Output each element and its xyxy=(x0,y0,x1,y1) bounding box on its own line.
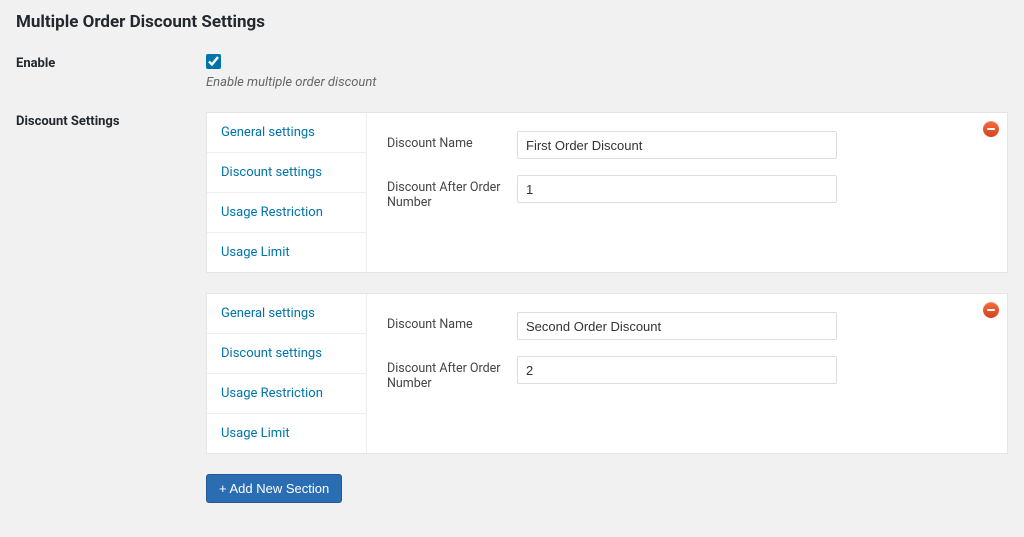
discount-name-input[interactable] xyxy=(517,131,837,159)
discount-after-order-label: Discount After Order Number xyxy=(387,356,517,391)
enable-content: Enable multiple order discount xyxy=(206,54,1008,90)
add-section-button[interactable]: + Add New Section xyxy=(206,474,342,503)
discount-after-order-input[interactable] xyxy=(517,356,837,384)
tab-general-settings[interactable]: General settings xyxy=(207,113,366,153)
enable-helper-text: Enable multiple order discount xyxy=(206,75,1008,90)
discount-after-order-label: Discount After Order Number xyxy=(387,175,517,210)
tab-usage-limit[interactable]: Usage Limit xyxy=(207,414,366,453)
discount-settings-label: Discount Settings xyxy=(16,112,206,129)
discount-settings-row: Discount Settings General settings Disco… xyxy=(16,112,1008,503)
tab-usage-limit[interactable]: Usage Limit xyxy=(207,233,366,272)
discount-name-label: Discount Name xyxy=(387,312,517,332)
tab-discount-settings[interactable]: Discount settings xyxy=(207,153,366,193)
enable-label: Enable xyxy=(16,54,206,71)
tab-discount-settings[interactable]: Discount settings xyxy=(207,334,366,374)
discount-name-label: Discount Name xyxy=(387,131,517,151)
remove-section-icon[interactable] xyxy=(983,121,999,137)
field-row-discount-after-order: Discount After Order Number xyxy=(387,175,987,210)
page-title: Multiple Order Discount Settings xyxy=(16,12,1008,32)
tab-usage-restriction[interactable]: Usage Restriction xyxy=(207,374,366,414)
enable-checkbox[interactable] xyxy=(206,54,221,69)
sections-container: General settings Discount settings Usage… xyxy=(206,112,1008,503)
remove-section-icon[interactable] xyxy=(983,302,999,318)
field-row-discount-name: Discount Name xyxy=(387,131,987,159)
section-fields: Discount Name Discount After Order Numbe… xyxy=(367,294,1007,453)
discount-section: General settings Discount settings Usage… xyxy=(206,293,1008,454)
section-fields: Discount Name Discount After Order Numbe… xyxy=(367,113,1007,272)
section-tabs: General settings Discount settings Usage… xyxy=(207,113,367,272)
section-tabs: General settings Discount settings Usage… xyxy=(207,294,367,453)
enable-row: Enable Enable multiple order discount xyxy=(16,54,1008,90)
tab-usage-restriction[interactable]: Usage Restriction xyxy=(207,193,366,233)
discount-section: General settings Discount settings Usage… xyxy=(206,112,1008,273)
discount-after-order-input[interactable] xyxy=(517,175,837,203)
discount-name-input[interactable] xyxy=(517,312,837,340)
field-row-discount-name: Discount Name xyxy=(387,312,987,340)
field-row-discount-after-order: Discount After Order Number xyxy=(387,356,987,391)
tab-general-settings[interactable]: General settings xyxy=(207,294,366,334)
